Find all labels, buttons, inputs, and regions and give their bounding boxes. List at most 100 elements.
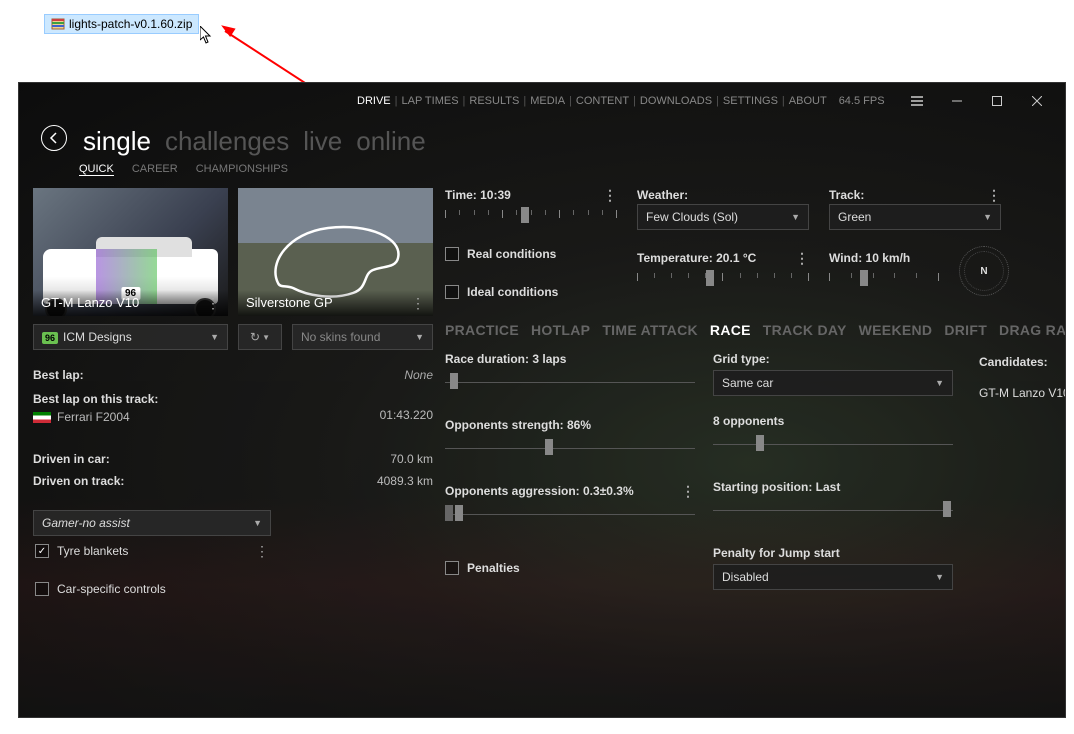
tab-race[interactable]: RACE bbox=[710, 322, 751, 338]
nav-drive[interactable]: DRIVE bbox=[357, 95, 391, 107]
tyre-menu-icon[interactable]: ⋮ bbox=[255, 547, 269, 555]
cursor-icon bbox=[200, 26, 214, 47]
compass[interactable]: N bbox=[959, 246, 1009, 296]
app-window: DRIVE| LAP TIMES| RESULTS| MEDIA| CONTEN… bbox=[18, 82, 1066, 718]
mode-single[interactable]: single bbox=[83, 126, 151, 157]
fps-counter: 64.5 FPS bbox=[839, 95, 885, 107]
temp-label: Temperature: 20.1 °C bbox=[637, 251, 756, 265]
track-time: 01:43.220 bbox=[380, 408, 433, 426]
minimize-button[interactable] bbox=[937, 89, 977, 113]
candidates-label: Candidates: bbox=[979, 355, 1048, 369]
mode-online[interactable]: online bbox=[356, 126, 425, 157]
flag-icon bbox=[33, 412, 51, 423]
tab-practice[interactable]: PRACTICE bbox=[445, 322, 519, 338]
temp-menu-icon[interactable]: ⋮ bbox=[795, 254, 809, 262]
candidate-item[interactable]: GT-M Lanzo V10 ✕ bbox=[979, 380, 1066, 405]
time-menu-icon[interactable]: ⋮ bbox=[603, 191, 617, 199]
desktop-file[interactable]: lights-patch-v0.1.60.zip bbox=[44, 14, 199, 34]
wind-slider[interactable] bbox=[829, 267, 939, 291]
mode-tabs: single challenges live online bbox=[83, 126, 426, 157]
track-status-dropdown[interactable]: Green ▼ bbox=[829, 204, 1001, 230]
driven-track-value: 4089.3 km bbox=[377, 474, 433, 488]
real-conditions-checkbox[interactable] bbox=[445, 247, 459, 261]
temp-slider[interactable] bbox=[637, 267, 809, 291]
penalty-jump-dropdown[interactable]: Disabled ▼ bbox=[713, 564, 953, 590]
skin-random-button[interactable]: ↻▼ bbox=[238, 324, 282, 350]
tab-drift[interactable]: DRIFT bbox=[944, 322, 987, 338]
nav-downloads[interactable]: DOWNLOADS bbox=[640, 95, 712, 107]
close-button[interactable] bbox=[1017, 89, 1057, 113]
tab-timeattack[interactable]: TIME ATTACK bbox=[602, 322, 698, 338]
titlebar: DRIVE| LAP TIMES| RESULTS| MEDIA| CONTEN… bbox=[19, 83, 1065, 119]
position-label: Starting position: Last bbox=[713, 480, 840, 494]
strength-label: Opponents strength: 86% bbox=[445, 418, 591, 432]
track-name: Silverstone GP bbox=[246, 295, 333, 310]
car-card[interactable]: 96 GT-M Lanzo V10 ⋮ bbox=[33, 188, 228, 316]
nav-content[interactable]: CONTENT bbox=[576, 95, 629, 107]
brand-dropdown[interactable]: 96ICM Designs ▼ bbox=[33, 324, 228, 350]
subtab-championships[interactable]: CHAMPIONSHIPS bbox=[196, 163, 288, 176]
opponents-label: 8 opponents bbox=[713, 414, 784, 428]
mode-challenges[interactable]: challenges bbox=[165, 126, 289, 157]
time-slider[interactable] bbox=[445, 204, 617, 228]
mode-live[interactable]: live bbox=[303, 126, 342, 157]
track-menu-icon[interactable]: ⋮ bbox=[987, 191, 1001, 199]
preset-dropdown[interactable]: Gamer-no assist ▼ bbox=[33, 510, 271, 536]
top-nav: DRIVE| LAP TIMES| RESULTS| MEDIA| CONTEN… bbox=[27, 95, 885, 107]
chevron-down-icon: ▼ bbox=[935, 572, 944, 582]
best-track-label: Best lap on this track: bbox=[33, 392, 433, 406]
car-menu-icon[interactable]: ⋮ bbox=[206, 299, 220, 307]
aggression-label: Opponents aggression: 0.3±0.3% bbox=[445, 484, 634, 498]
subtab-career[interactable]: CAREER bbox=[132, 163, 178, 176]
weather-dropdown[interactable]: Few Clouds (Sol) ▼ bbox=[637, 204, 809, 230]
nav-media[interactable]: MEDIA bbox=[530, 95, 565, 107]
subtab-quick[interactable]: QUICK bbox=[79, 163, 114, 176]
nav-settings[interactable]: SETTINGS bbox=[723, 95, 778, 107]
nav-about[interactable]: ABOUT bbox=[789, 95, 827, 107]
opponents-slider[interactable] bbox=[713, 432, 953, 456]
duration-slider[interactable] bbox=[445, 370, 695, 394]
best-lap-value: None bbox=[404, 368, 433, 382]
ideal-conditions-label: Ideal conditions bbox=[467, 285, 558, 299]
hamburger-icon[interactable] bbox=[897, 89, 937, 113]
track-car: Ferrari F2004 bbox=[57, 410, 130, 424]
desktop-file-name: lights-patch-v0.1.60.zip bbox=[69, 17, 192, 31]
nav-results[interactable]: RESULTS bbox=[469, 95, 519, 107]
car-name: GT-M Lanzo V10 bbox=[41, 295, 139, 310]
chevron-down-icon: ▼ bbox=[210, 332, 219, 342]
driven-car-value: 70.0 km bbox=[390, 452, 433, 466]
weather-label: Weather: bbox=[637, 188, 688, 202]
chevron-down-icon: ▼ bbox=[253, 518, 262, 528]
nav-laptimes[interactable]: LAP TIMES bbox=[401, 95, 458, 107]
tab-hotlap[interactable]: HOTLAP bbox=[531, 322, 590, 338]
real-conditions-label: Real conditions bbox=[467, 247, 556, 261]
chevron-down-icon: ▼ bbox=[791, 212, 800, 222]
track-card[interactable]: Silverstone GP ⋮ bbox=[238, 188, 433, 316]
ideal-conditions-checkbox[interactable] bbox=[445, 285, 459, 299]
penalty-jump-label: Penalty for Jump start bbox=[713, 546, 840, 560]
session-tabs: PRACTICE HOTLAP TIME ATTACK RACE TRACK D… bbox=[445, 322, 1066, 338]
chevron-down-icon: ▼ bbox=[983, 212, 992, 222]
duration-label: Race duration: 3 laps bbox=[445, 352, 566, 366]
track-menu-icon[interactable]: ⋮ bbox=[411, 299, 425, 307]
grid-dropdown[interactable]: Same car ▼ bbox=[713, 370, 953, 396]
back-button[interactable] bbox=[41, 125, 67, 151]
track-status-label: Track: bbox=[829, 188, 864, 202]
tab-trackday[interactable]: TRACK DAY bbox=[763, 322, 847, 338]
car-specific-checkbox[interactable] bbox=[35, 582, 49, 596]
tab-weekend[interactable]: WEEKEND bbox=[859, 322, 933, 338]
skin-dropdown[interactable]: No skins found ▼ bbox=[292, 324, 433, 350]
tyre-blankets-checkbox[interactable]: ✓ bbox=[35, 544, 49, 558]
tab-dragrace[interactable]: DRAG RACE bbox=[999, 322, 1066, 338]
grid-label: Grid type: bbox=[713, 352, 770, 366]
penalties-checkbox[interactable] bbox=[445, 561, 459, 575]
wind-label: Wind: 10 km/h bbox=[829, 251, 910, 265]
strength-slider[interactable] bbox=[445, 436, 695, 460]
aggression-slider[interactable] bbox=[445, 502, 695, 526]
maximize-button[interactable] bbox=[977, 89, 1017, 113]
aggression-menu-icon[interactable]: ⋮ bbox=[681, 487, 695, 495]
driven-track-label: Driven on track: bbox=[33, 474, 124, 488]
time-label: Time: 10:39 bbox=[445, 188, 511, 202]
best-lap-label: Best lap: bbox=[33, 368, 84, 382]
position-slider[interactable] bbox=[713, 498, 953, 522]
